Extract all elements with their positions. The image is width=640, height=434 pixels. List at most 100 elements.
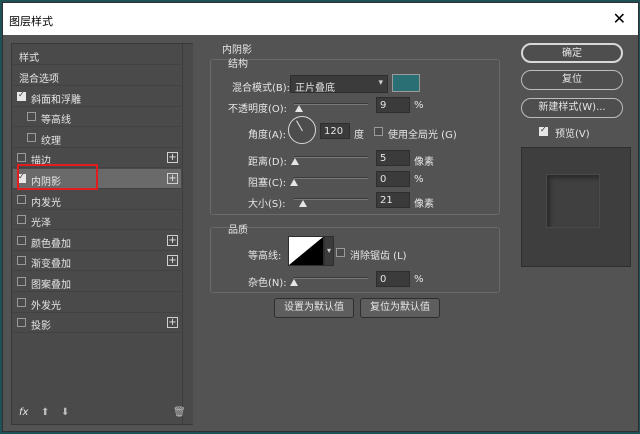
style-item-0[interactable]: 混合选项 [13, 66, 181, 86]
style-item-6[interactable]: 内发光 [13, 190, 181, 210]
contour-label: 等高线: [248, 251, 282, 262]
noise-slider[interactable] [294, 277, 368, 279]
distance-label: 距离(D): [248, 157, 287, 168]
style-item-checkbox[interactable] [17, 194, 26, 204]
size-input[interactable]: 21 [376, 192, 410, 208]
new-style-button[interactable]: 新建样式(W)... [521, 98, 623, 118]
angle-input[interactable]: 120 [320, 123, 350, 139]
style-item-9[interactable]: 渐变叠加 + [13, 251, 181, 272]
size-unit: 像素 [414, 199, 434, 210]
size-label: 大小(S): [248, 199, 286, 210]
style-item-checkbox[interactable] [27, 132, 36, 142]
choke-slider-handle[interactable] [290, 179, 298, 186]
choke-slider[interactable] [294, 177, 368, 179]
move-up-icon[interactable]: ⬆ [41, 407, 49, 418]
make-default-button[interactable]: 设置为默认值 [274, 298, 354, 318]
styles-header-label: 样式 [19, 53, 39, 64]
window-title: 图层样式 [9, 15, 53, 28]
blend-mode-label: 混合模式(B): [232, 83, 291, 94]
style-item-checkbox[interactable] [17, 90, 26, 101]
global-light-checkbox[interactable] [374, 127, 383, 136]
style-item-label: 外发光 [31, 300, 61, 312]
angle-dial[interactable] [288, 116, 316, 144]
antialias-checkbox[interactable] [336, 248, 345, 257]
contour-dropdown-arrow[interactable]: ▾ [324, 236, 334, 266]
add-effect-icon[interactable]: + [167, 173, 178, 184]
style-item-checkbox[interactable] [17, 256, 26, 266]
style-item-label: 斜面和浮雕 [31, 94, 81, 106]
style-item-checkbox[interactable] [17, 235, 26, 245]
opacity-unit: % [414, 100, 424, 111]
distance-slider[interactable] [294, 156, 368, 158]
style-item-1[interactable]: 斜面和浮雕 [13, 87, 181, 107]
add-effect-icon[interactable]: + [167, 152, 178, 164]
style-item-label: 投影 [31, 321, 51, 333]
fx-icon[interactable]: fx [19, 407, 28, 418]
global-light-label: 使用全局光 (G) [388, 130, 457, 141]
style-item-11[interactable]: 外发光 [13, 293, 181, 313]
ok-button[interactable]: 确定 [521, 43, 623, 63]
angle-needle [296, 120, 303, 132]
style-item-checkbox[interactable] [17, 215, 26, 225]
style-item-label: 等高线 [41, 115, 71, 127]
style-item-label: 颜色叠加 [31, 238, 71, 250]
noise-unit: % [414, 274, 424, 285]
style-item-label: 图案叠加 [31, 280, 71, 291]
style-item-8[interactable]: 颜色叠加 + [13, 231, 181, 251]
blend-mode-select[interactable]: 正片叠底 ▾ [290, 75, 388, 94]
choke-unit: % [414, 174, 424, 185]
highlight-annotation [17, 164, 98, 190]
contour-curve-icon [289, 237, 323, 265]
quality-title: 品质 [228, 225, 248, 236]
move-down-icon[interactable]: ⬇ [61, 407, 69, 418]
distance-slider-handle[interactable] [291, 158, 299, 165]
style-item-7[interactable]: 光泽 [13, 210, 181, 231]
opacity-input[interactable]: 9 [376, 97, 410, 113]
preview-label: 预览(V) [555, 129, 590, 140]
style-item-12[interactable]: 投影 + [13, 313, 181, 334]
angle-label: 角度(A): [248, 130, 287, 141]
styles-list-panel: 样式 混合选项斜面和浮雕等高线纹理描边+内阴影+内发光光泽颜色叠加+渐变叠加+图… [11, 43, 193, 425]
styles-scrollbar[interactable] [182, 44, 193, 424]
style-item-2[interactable]: 等高线 [13, 107, 181, 128]
opacity-slider[interactable] [294, 103, 368, 105]
opacity-slider-handle[interactable] [295, 105, 303, 112]
style-item-label: 光泽 [31, 218, 51, 230]
distance-input[interactable]: 5 [376, 150, 410, 166]
trash-icon[interactable]: 🗑 [173, 407, 186, 418]
inner-shadow-settings: 内阴影 结构 混合模式(B): 正片叠底 ▾ 不透明度(O): 9 % 角度(A… [204, 45, 507, 423]
reset-button[interactable]: 复位 [521, 70, 623, 90]
size-slider-handle[interactable] [299, 200, 307, 207]
contour-picker[interactable] [288, 236, 324, 266]
style-item-label: 渐变叠加 [31, 259, 71, 271]
reset-default-button[interactable]: 复位为默认值 [360, 298, 440, 318]
antialias-label: 消除锯齿 (L) [350, 251, 407, 262]
shadow-color-swatch[interactable] [392, 74, 420, 92]
style-item-checkbox[interactable] [17, 297, 26, 307]
style-item-label: 内发光 [31, 197, 61, 209]
opacity-label: 不透明度(O): [228, 104, 288, 115]
style-item-checkbox[interactable] [17, 318, 26, 328]
style-item-3[interactable]: 纹理 [13, 128, 181, 148]
add-effect-icon[interactable]: + [167, 234, 178, 246]
title-bar: 图层样式 ✕ [3, 3, 638, 35]
styles-toolbar: fx ⬆ ⬇ 🗑 [13, 404, 186, 424]
style-preview-thumbnail [521, 147, 631, 267]
styles-header[interactable]: 样式 [13, 45, 181, 65]
choke-label: 阻塞(C): [248, 178, 287, 189]
layer-style-dialog: 图层样式 ✕ 样式 混合选项斜面和浮雕等高线纹理描边+内阴影+内发光光泽颜色叠加… [2, 2, 639, 432]
add-effect-icon[interactable]: + [167, 255, 178, 267]
preview-checkbox[interactable] [539, 125, 548, 136]
noise-slider-handle[interactable] [290, 279, 298, 286]
style-item-10[interactable]: 图案叠加 [13, 272, 181, 292]
style-item-checkbox[interactable] [17, 153, 26, 163]
style-item-checkbox[interactable] [27, 112, 36, 122]
add-effect-icon[interactable]: + [167, 317, 178, 329]
style-item-checkbox[interactable] [17, 277, 26, 286]
close-icon[interactable]: ✕ [613, 9, 626, 28]
choke-input[interactable]: 0 [376, 171, 410, 187]
section-title: 内阴影 [222, 45, 252, 56]
noise-input[interactable]: 0 [376, 271, 410, 287]
chevron-down-icon: ▾ [378, 78, 383, 88]
structure-title: 结构 [228, 59, 248, 70]
